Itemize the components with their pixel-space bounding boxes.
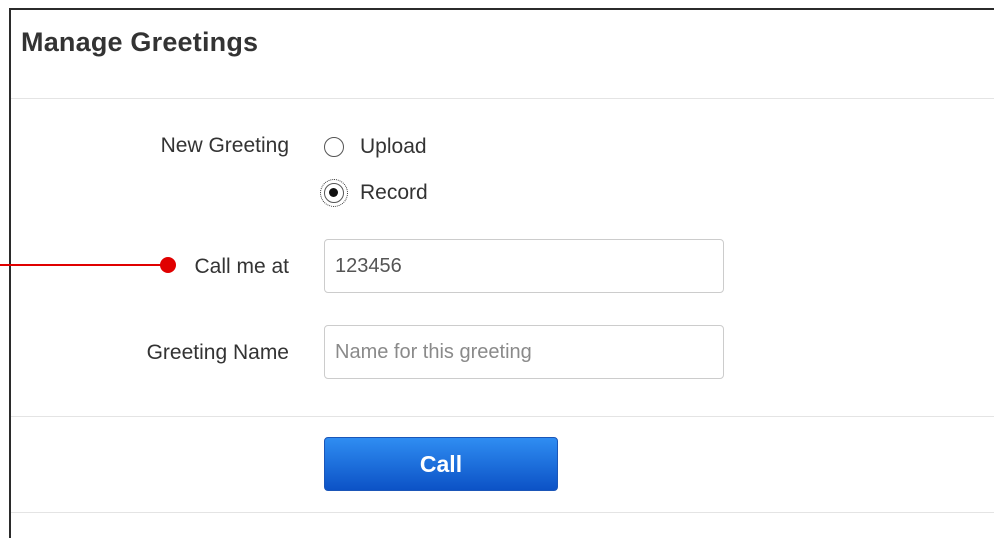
form-divider [11,416,994,417]
manage-greetings-panel: Manage Greetings New Greeting Upload Rec… [9,8,994,538]
upload-radio[interactable] [324,137,344,157]
header-divider [11,98,994,99]
greeting-name-input[interactable] [324,325,724,379]
record-radio-label: Record [360,181,428,204]
annotation-pointer-dot [160,257,176,273]
new-greeting-label: New Greeting [160,134,289,157]
call-me-at-label: Call me at [194,255,289,278]
radio-record-option[interactable]: Record [320,179,428,207]
call-me-at-input[interactable] [324,239,724,293]
footer-divider [11,512,994,513]
greeting-name-label: Greeting Name [146,341,289,364]
annotation-pointer-line [0,264,168,266]
call-button[interactable]: Call [324,437,558,491]
upload-radio-label: Upload [360,135,427,158]
page-title: Manage Greetings [21,27,259,57]
radio-upload-option[interactable]: Upload [324,135,427,159]
record-radio[interactable] [320,179,348,207]
